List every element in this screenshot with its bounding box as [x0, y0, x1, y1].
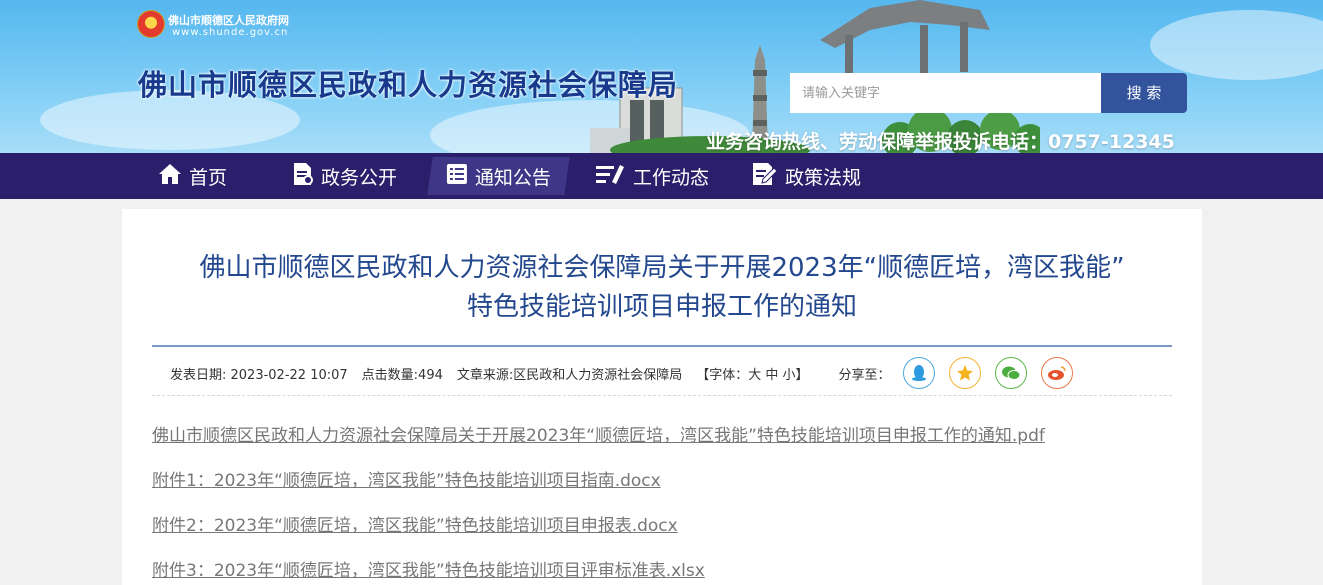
- title-divider: [152, 345, 1172, 347]
- gov-site-name[interactable]: 佛山市顺德区人民政府网: [168, 12, 289, 28]
- lines-icon: [596, 163, 626, 190]
- wechat-icon[interactable]: [994, 357, 1027, 389]
- hotline-text: 业务咨询热线、劳动保障举报投诉电话：0757-12345: [706, 131, 1175, 153]
- search-button[interactable]: 搜 索: [1101, 73, 1187, 113]
- national-emblem-logo: [137, 10, 165, 38]
- nav-item-label: 工作动态: [633, 166, 710, 189]
- qq-icon[interactable]: [902, 357, 935, 389]
- list-icon: [446, 163, 468, 190]
- nav-item-notices[interactable]: 通知公告: [427, 157, 570, 195]
- meta-divider: [152, 395, 1172, 396]
- home-icon: [158, 163, 182, 190]
- nav-item-label: 政策法规: [785, 166, 862, 189]
- nav-item-work-news[interactable]: 工作动态: [596, 153, 709, 199]
- nav-item-label: 政务公开: [321, 166, 398, 189]
- article-source: 文章来源:区民政和人力资源社会保障局: [456, 367, 683, 383]
- attachment-link[interactable]: 附件1：2023年“顺德匠培，湾区我能”特色技能培训项目指南.docx: [152, 466, 661, 491]
- font-size-switcher[interactable]: 【字体：大 中 小】: [696, 364, 808, 383]
- search-input[interactable]: [790, 73, 1101, 113]
- header-banner: 佛山市顺德区人民政府网 www.shunde.gov.cn 佛山市顺德区民政和人…: [0, 0, 1323, 153]
- gov-site-url[interactable]: www.shunde.gov.cn: [172, 27, 288, 38]
- click-count: 点击数量:494: [361, 367, 443, 383]
- article-title: 佛山市顺德区民政和人力资源社会保障局关于开展2023年“顺德匠培，湾区我能” 特…: [122, 249, 1202, 327]
- nav-item-label: 通知公告: [475, 166, 552, 189]
- attachment-link[interactable]: 附件3：2023年“顺德匠培，湾区我能”特色技能培训项目评审标准表.xlsx: [152, 556, 705, 581]
- article-title-line2: 特色技能培训项目申报工作的通知: [466, 292, 857, 322]
- nav-item-home[interactable]: 首页: [158, 153, 227, 199]
- article-panel: 佛山市顺德区民政和人力资源社会保障局关于开展2023年“顺德匠培，湾区我能” 特…: [122, 209, 1202, 585]
- publish-date: 发表日期: 2023-02-22 10:07: [170, 367, 348, 383]
- banner-cloud: [1150, 10, 1323, 80]
- article-meta: 发表日期: 2023-02-22 10:07 点击数量:494 文章来源:区民政…: [170, 357, 1087, 389]
- edit-doc-icon: [752, 162, 778, 191]
- main-nav: 首页 政务公开 通知公告 工作动态 政策法规: [0, 153, 1323, 199]
- qzone-star-icon[interactable]: [948, 357, 981, 389]
- nav-item-label: 首页: [189, 166, 228, 189]
- weibo-icon[interactable]: [1040, 357, 1073, 389]
- document-icon: [292, 162, 314, 191]
- site-title: 佛山市顺德区民政和人力资源社会保障局: [138, 68, 679, 102]
- attachment-link[interactable]: 佛山市顺德区民政和人力资源社会保障局关于开展2023年“顺德匠培，湾区我能”特色…: [152, 421, 1045, 446]
- article-title-line1: 佛山市顺德区民政和人力资源社会保障局关于开展2023年“顺德匠培，湾区我能”: [199, 253, 1125, 283]
- attachment-link[interactable]: 附件2：2023年“顺德匠培，湾区我能”特色技能培训项目申报表.docx: [152, 511, 678, 536]
- nav-item-policy[interactable]: 政策法规: [752, 153, 861, 199]
- share-label: 分享至：: [838, 367, 891, 383]
- archway-illustration: [820, 0, 990, 75]
- nav-item-gov-affairs[interactable]: 政务公开: [292, 153, 397, 199]
